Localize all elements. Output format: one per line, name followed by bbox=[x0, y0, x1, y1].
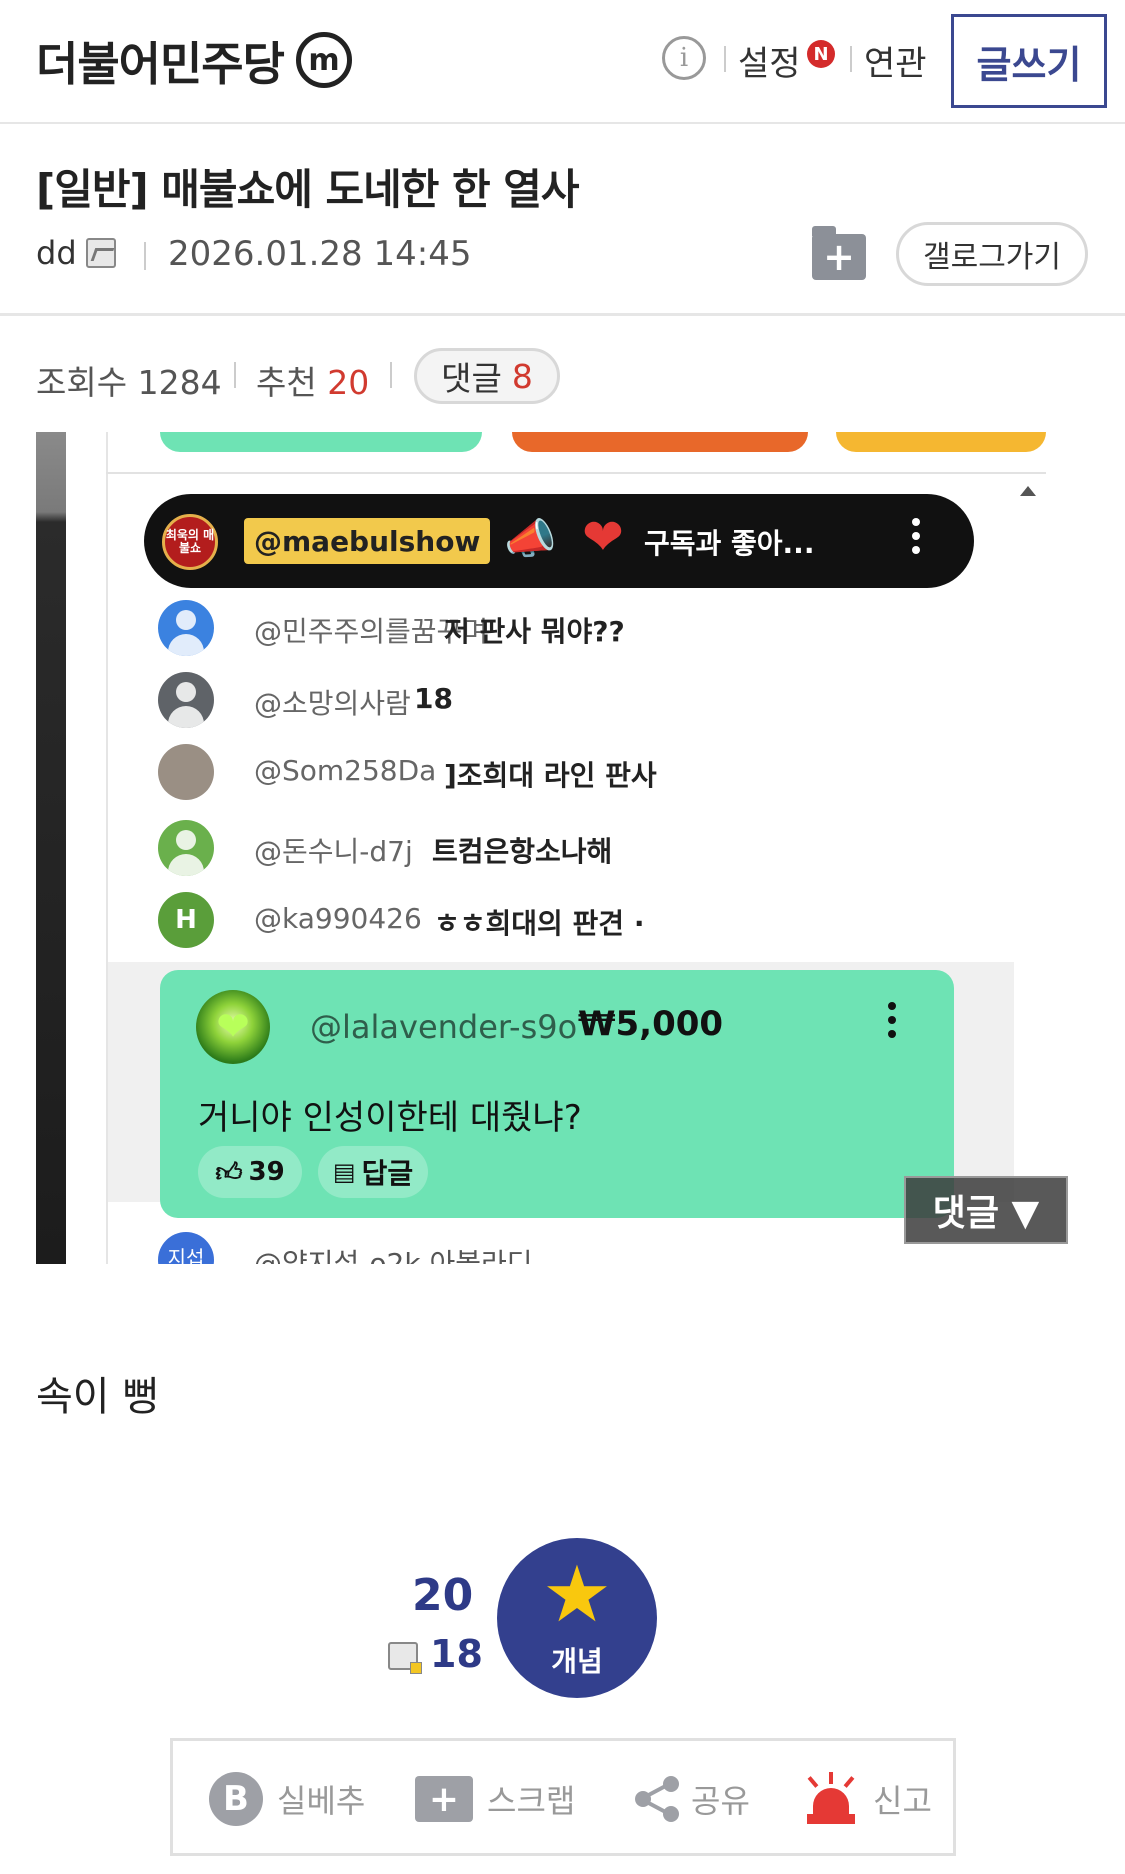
header-divider bbox=[850, 46, 852, 72]
stats-divider bbox=[390, 362, 392, 388]
reply-button: ▤ 답글 bbox=[318, 1146, 428, 1198]
recommend-button[interactable]: ★ 개념 bbox=[497, 1538, 657, 1698]
user-avatar bbox=[158, 744, 214, 800]
view-count-label: 조회수 bbox=[36, 363, 128, 402]
gallery-header: 더불어민주당 m i 설정 N 연관 글쓰기 bbox=[0, 0, 1125, 124]
write-button[interactable]: 글쓰기 bbox=[951, 14, 1107, 108]
post-body: 속이 뻥 bbox=[36, 1374, 160, 1420]
image-left-strip bbox=[36, 432, 66, 1264]
chat-text: 트컴은항소나해 bbox=[432, 835, 613, 868]
share-label: 공유 bbox=[691, 1782, 750, 1820]
megaphone-icon: 📣 bbox=[504, 514, 557, 563]
superchat-card: ❤ @lalavender-s9o ₩5,000 거니야 인성이한테 대줬냐? … bbox=[160, 970, 954, 1218]
siren-icon bbox=[803, 1772, 859, 1826]
superchat-amount: ₩5,000 bbox=[578, 1004, 724, 1044]
comment-count-value: 8 bbox=[511, 356, 533, 396]
post-image[interactable]: 최욱의 매불쇼 @maebulshow 📣 ❤ 구독과 좋아... @민주주의를… bbox=[36, 432, 1068, 1264]
gallog-go-button[interactable]: 갤로그가기 bbox=[896, 222, 1088, 286]
recommend-label: 개념 bbox=[551, 1645, 603, 1678]
chat-text: @양지섭-o2k 아볼라디 bbox=[254, 1247, 533, 1264]
silbe-label: 실베추 bbox=[277, 1782, 366, 1820]
fixed-user-icon bbox=[388, 1642, 422, 1674]
heart-avatar-icon: ❤ bbox=[196, 990, 270, 1064]
gallery-name[interactable]: 더불어민주당 bbox=[36, 28, 285, 94]
settings-link[interactable]: 설정 bbox=[738, 36, 801, 85]
recommend-count: 추천 20 bbox=[256, 356, 369, 404]
pinned-message: 최욱의 매불쇼 @maebulshow 📣 ❤ 구독과 좋아... bbox=[144, 494, 974, 588]
post-author[interactable]: dd bbox=[36, 234, 77, 272]
recommend-count-label: 추천 bbox=[256, 363, 317, 402]
pinned-handle: @maebulshow bbox=[244, 518, 491, 564]
pinned-text: 구독과 좋아... bbox=[644, 527, 815, 560]
best-b-icon: B bbox=[209, 1772, 263, 1826]
chat-handle: @소망의사람 bbox=[254, 687, 411, 720]
scrap-label: 스크랩 bbox=[487, 1782, 576, 1820]
header-divider bbox=[724, 46, 726, 72]
user-avatar bbox=[158, 672, 214, 728]
chat-text: 18 bbox=[414, 682, 453, 715]
folder-add-icon[interactable]: + bbox=[812, 226, 866, 280]
recommend-count-value: 20 bbox=[327, 363, 370, 402]
comment-jump-button[interactable]: 댓글 ▼ bbox=[904, 1176, 1068, 1244]
recommend-fixed-count: 18 bbox=[430, 1632, 483, 1676]
like-count: 👍︎ 39 bbox=[198, 1146, 302, 1198]
comment-icon: ▤ bbox=[332, 1158, 356, 1186]
report-label: 신고 bbox=[873, 1782, 932, 1820]
view-count-value: 1284 bbox=[137, 363, 222, 402]
comment-count-button[interactable]: 댓글 8 bbox=[414, 348, 560, 404]
stats-divider bbox=[234, 362, 236, 388]
chat-handle: @ka990426 bbox=[254, 902, 422, 935]
star-icon: ★ bbox=[542, 1550, 612, 1640]
recommend-total: 20 bbox=[412, 1570, 474, 1621]
superchat-message: 거니야 인성이한테 대줬냐? bbox=[198, 1098, 582, 1138]
comment-count-label: 댓글 bbox=[441, 359, 502, 398]
thumbs-up-icon: 👍︎ bbox=[215, 1157, 243, 1188]
superchat-ticker-chip bbox=[836, 432, 1046, 452]
superchat-handle: @lalavender-s9o bbox=[310, 1008, 578, 1046]
chat-handle: @Som258Da bbox=[254, 754, 437, 787]
report-button[interactable]: 신고 bbox=[803, 1769, 932, 1829]
minor-gallery-badge-icon: m bbox=[296, 32, 352, 88]
user-avatar: H bbox=[158, 892, 214, 948]
chat-text: ]조희대 라인 판사 bbox=[444, 759, 657, 792]
superchat-ticker-chip bbox=[512, 432, 808, 452]
scrap-button[interactable]: + 스크랩 bbox=[415, 1769, 575, 1829]
channel-avatar: 최욱의 매불쇼 bbox=[162, 514, 218, 570]
view-count: 조회수 1284 bbox=[36, 356, 222, 404]
share-icon bbox=[633, 1774, 683, 1824]
post-header: [일반] 매불쇼에 도네한 한 열사 dd 2026.01.28 14:45 +… bbox=[0, 126, 1125, 316]
chat-text: 저 판사 뭐야?? bbox=[444, 615, 625, 648]
folder-add-icon: + bbox=[415, 1776, 473, 1822]
related-link[interactable]: 연관 bbox=[864, 36, 927, 85]
reply-label: 답글 bbox=[361, 1157, 414, 1190]
like-count-value: 39 bbox=[248, 1157, 285, 1187]
chat-text: ㅎㅎ희대의 판견 · bbox=[434, 907, 645, 940]
scroll-up-icon bbox=[1020, 486, 1036, 496]
user-avatar bbox=[158, 820, 214, 876]
post-action-bar: B 실베추 + 스크랩 공유 신고 bbox=[170, 1738, 956, 1856]
new-badge: N bbox=[807, 40, 835, 68]
more-options-icon bbox=[888, 1002, 896, 1044]
info-icon[interactable]: i bbox=[662, 36, 706, 80]
user-avatar bbox=[158, 600, 214, 656]
post-date: 2026.01.28 14:45 bbox=[168, 234, 472, 274]
chat-divider bbox=[106, 472, 1046, 474]
fixed-user-icon bbox=[86, 238, 116, 268]
heart-icon: ❤ bbox=[582, 508, 624, 566]
chat-handle: @돈수니-d7j bbox=[254, 835, 413, 868]
share-button[interactable]: 공유 bbox=[633, 1769, 750, 1829]
post-title: [일반] 매불쇼에 도네한 한 열사 bbox=[36, 165, 580, 214]
silbe-button[interactable]: B 실베추 bbox=[209, 1769, 365, 1829]
more-options-icon bbox=[912, 518, 920, 560]
meta-divider bbox=[144, 242, 146, 270]
superchat-ticker-chip bbox=[160, 432, 482, 452]
